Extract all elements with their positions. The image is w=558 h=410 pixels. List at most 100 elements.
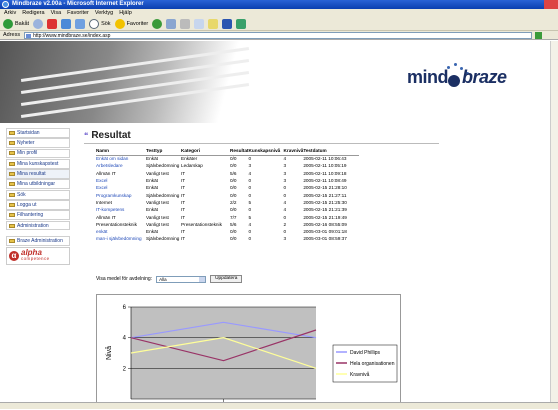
address-input[interactable]: http://www.mindbraze.se/index.asp: [24, 31, 533, 39]
test-name-cell: Allmän IT: [96, 170, 116, 176]
table-row: enkät Enkät IT 0/0 0 0 2005-03-01 09:01:18: [96, 228, 359, 235]
table-cell: 0: [248, 178, 252, 184]
folder-icon: [9, 151, 15, 156]
test-name-cell[interactable]: IT-kompetens: [96, 206, 146, 213]
stop-icon[interactable]: [47, 18, 58, 29]
vertical-scrollbar[interactable]: [550, 41, 558, 402]
tool-icon[interactable]: [236, 18, 247, 29]
sidebar-item-nyheter[interactable]: Nyheter: [6, 138, 70, 149]
department-select[interactable]: Alla: [156, 275, 207, 283]
address-bar: Adress http://www.mindbraze.se/index.asp: [0, 31, 558, 40]
title-bar: Mindbraze v2.00a - Microsoft Internet Ex…: [0, 0, 558, 9]
menu-favorites[interactable]: Favoriter: [67, 9, 89, 17]
star-icon: [114, 18, 125, 29]
history-icon[interactable]: [152, 18, 163, 29]
y-axis-label: Nivå: [105, 346, 113, 360]
print-icon[interactable]: [180, 18, 191, 29]
table-cell: 2005-02-11 10:08:49: [303, 178, 347, 184]
column-header[interactable]: Kunskapsnivå: [248, 147, 284, 156]
department-filter: Visa medel för avdelning: Alla Uppdatera: [96, 275, 243, 283]
sidebar-item-min-profil[interactable]: Min profil: [6, 148, 70, 159]
table-cell: 7/7: [230, 214, 237, 220]
table-cell: Presentationsteknik: [181, 221, 222, 227]
sidebar-item-braze-administration[interactable]: Braze Administration: [6, 235, 70, 246]
table-row: Arbetsledare Självbedömning Ledarskap 0/0 3 3…: [96, 162, 359, 169]
column-header[interactable]: Kravnivå: [283, 147, 304, 156]
sidebar-item-mina-resultat[interactable]: Mina resultat: [6, 169, 70, 179]
column-header[interactable]: Resultat: [230, 147, 249, 156]
sidebar-item-mina-utbildningar[interactable]: Mina utbildningar: [6, 179, 70, 190]
column-header[interactable]: Kategori: [181, 147, 230, 156]
table-cell: 2005-02-15 21:21:39: [303, 207, 347, 213]
table-cell: 4: [283, 207, 287, 213]
folder-icon: [9, 182, 15, 187]
test-name-cell: Allmän IT: [96, 214, 116, 220]
folder-icon: [9, 161, 15, 166]
edit-icon[interactable]: [194, 18, 205, 29]
close-window-button[interactable]: [544, 0, 558, 9]
sidebar-item-administration[interactable]: Administration: [6, 220, 70, 231]
messenger-icon[interactable]: [222, 18, 233, 29]
test-name-cell[interactable]: Excel: [96, 184, 146, 191]
test-name-cell[interactable]: Arbetsledare: [96, 162, 146, 169]
table-cell: 2005-03-01 08:59:37: [303, 236, 347, 242]
address-label: Adress: [3, 32, 21, 38]
sidebar-item-logga-ut[interactable]: Logga ut: [6, 200, 70, 210]
alpha-competence-logo[interactable]: α alpha competence: [6, 246, 70, 265]
menu-edit[interactable]: Redigera: [22, 9, 44, 17]
test-name-cell[interactable]: enkät: [96, 228, 146, 235]
table-cell: 5/6: [230, 170, 237, 176]
test-name-cell[interactable]: Enkät om sidan: [96, 155, 146, 162]
page-title: Resultat: [91, 130, 131, 141]
table-cell: IT: [181, 192, 186, 198]
column-header[interactable]: Namn: [96, 147, 146, 156]
folder-icon[interactable]: [208, 18, 219, 29]
table-cell: Enkät: [146, 185, 158, 191]
table-cell: 0/0: [230, 163, 237, 169]
sidebar-item-sok[interactable]: Sök: [6, 189, 70, 200]
menu-file[interactable]: Arkiv: [4, 9, 16, 17]
home-icon[interactable]: [75, 18, 86, 29]
column-header[interactable]: Testdatum: [303, 147, 360, 156]
refresh-icon[interactable]: [61, 18, 72, 29]
table-row: IT-kompetens Enkät IT 0/0 0 4 2005-02-15 21:21…: [96, 206, 359, 213]
table-cell: 4: [283, 156, 287, 162]
menu-tools[interactable]: Verktyg: [95, 9, 113, 17]
menu-view[interactable]: Visa: [51, 9, 62, 17]
test-name-cell[interactable]: Programkunskap: [96, 191, 146, 198]
search-button[interactable]: Sök: [89, 18, 111, 29]
back-button[interactable]: Bakåt: [3, 18, 29, 29]
table-cell: 2/2: [230, 199, 237, 205]
table-cell: Enkät: [146, 207, 158, 213]
table-cell: 3: [283, 236, 287, 242]
update-button[interactable]: Uppdatera: [210, 275, 243, 283]
y-tick-label: 4: [123, 336, 127, 342]
table-cell: Vanligt test: [146, 199, 169, 205]
table-cell: 3: [283, 163, 287, 169]
table-row: Presentationsteknik Vanligt test Presentat…: [96, 221, 359, 228]
column-header[interactable]: Testtyp: [146, 147, 181, 156]
filter-label: Visa medel för avdelning:: [96, 276, 153, 282]
folder-icon: [9, 192, 15, 197]
sidebar-item-startsidan[interactable]: Startsidan: [6, 128, 70, 138]
table-cell: IT: [181, 236, 186, 242]
mail-icon[interactable]: [166, 18, 177, 29]
table-cell: 0: [248, 229, 252, 235]
sidebar-item-filhantering[interactable]: Filhantering: [6, 210, 70, 221]
chevron-down-icon: [199, 276, 206, 282]
table-row: Programkunskap Självbedömning IT 0/0 0 0 2005-…: [96, 191, 359, 198]
forward-arrow-icon[interactable]: [33, 18, 44, 29]
table-cell: 0: [248, 236, 252, 242]
menu-help[interactable]: Hjälp: [119, 9, 132, 17]
plot-area: [131, 307, 316, 399]
table-cell: IT: [181, 185, 186, 191]
go-button[interactable]: [535, 31, 543, 39]
table-cell: Enkäter: [181, 156, 198, 162]
table-cell: 0: [283, 192, 287, 198]
test-name-cell[interactable]: Excel: [96, 177, 146, 184]
table-cell: 0: [248, 156, 252, 162]
logo-spark-icon: [454, 63, 457, 66]
test-name-cell[interactable]: man-i självbedömning: [96, 235, 146, 242]
favorites-button[interactable]: Favoriter: [114, 18, 148, 29]
sidebar-item-mina-kunskapstest[interactable]: Mina kunskapstest: [6, 158, 70, 169]
